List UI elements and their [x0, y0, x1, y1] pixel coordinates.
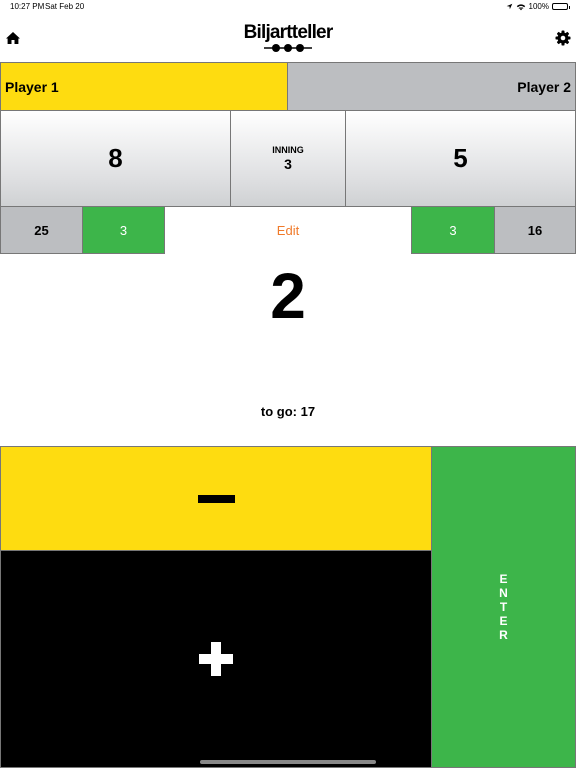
logo-text: Biljartteller — [243, 22, 334, 43]
plus-button[interactable] — [0, 550, 432, 768]
minus-button[interactable] — [0, 446, 432, 551]
app-logo: Biljartteller — [232, 22, 344, 54]
player2-target: 16 — [494, 206, 576, 254]
inning-box: INNING 3 — [230, 111, 346, 207]
to-go-label: to go: 17 — [260, 404, 316, 419]
enter-button[interactable]: ENTER — [431, 446, 576, 768]
player1-target: 25 — [0, 206, 83, 254]
battery-icon — [552, 3, 570, 10]
player2-score: 5 — [345, 111, 576, 207]
current-run: 2 — [270, 260, 306, 332]
player1-tab[interactable]: Player 1 — [0, 62, 288, 111]
player2-tab[interactable]: Player 2 — [288, 62, 576, 111]
edit-button[interactable]: Edit — [165, 206, 411, 254]
minus-icon — [197, 494, 235, 503]
gear-icon[interactable] — [555, 30, 571, 46]
home-icon[interactable] — [5, 30, 21, 46]
inning-value: 3 — [284, 156, 292, 172]
location-icon — [506, 3, 512, 10]
status-date: Sat Feb 20 — [45, 2, 85, 11]
player1-name: Player 1 — [5, 78, 59, 95]
player2-green-stat: 3 — [411, 206, 495, 254]
status-indicators: 100% — [506, 2, 570, 11]
player1-green-stat: 3 — [82, 206, 165, 254]
wifi-icon — [516, 3, 525, 10]
player2-name: Player 2 — [517, 78, 571, 95]
player1-score: 8 — [0, 111, 231, 207]
billiard-balls-icon — [264, 44, 312, 52]
battery-percent: 100% — [528, 2, 549, 11]
status-time: 10:27 PM — [10, 2, 45, 11]
home-indicator — [200, 760, 376, 764]
enter-label: ENTER — [499, 572, 508, 642]
plus-icon — [199, 642, 233, 676]
inning-label: INNING — [272, 145, 304, 155]
